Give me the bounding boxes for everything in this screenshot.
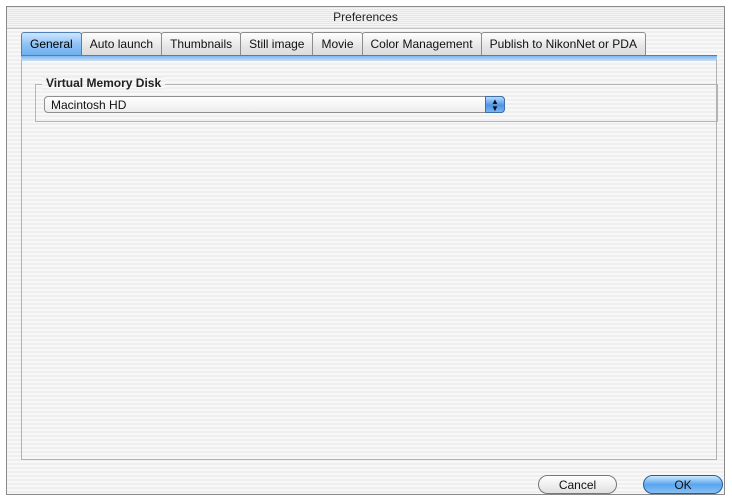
ok-button[interactable]: OK <box>643 475 723 494</box>
cancel-button[interactable]: Cancel <box>538 475 617 494</box>
window-title: Preferences <box>7 7 724 29</box>
up-down-arrows-icon[interactable]: ▲ ▼ <box>485 96 505 113</box>
tab-color-management[interactable]: Color Management <box>361 32 482 55</box>
tab-still-image[interactable]: Still image <box>240 32 314 55</box>
group-label: Virtual Memory Disk <box>42 76 166 90</box>
tab-movie[interactable]: Movie <box>312 32 363 55</box>
tab-publish-nikonnet-pda[interactable]: Publish to NikonNet or PDA <box>480 32 646 55</box>
preferences-window: Preferences General Auto launch Thumbnai… <box>6 6 725 495</box>
tab-auto-launch[interactable]: Auto launch <box>80 32 163 55</box>
virtual-memory-disk-popup[interactable]: Macintosh HD ▲ ▼ <box>44 96 505 113</box>
popup-value: Macintosh HD <box>51 98 127 112</box>
virtual-memory-disk-group: Virtual Memory Disk Macintosh HD ▲ ▼ <box>35 76 718 122</box>
tab-thumbnails[interactable]: Thumbnails <box>161 32 242 55</box>
tab-bar: General Auto launch Thumbnails Still ima… <box>21 32 646 55</box>
general-tab-pane: Virtual Memory Disk Macintosh HD ▲ ▼ <box>21 60 718 460</box>
tab-general[interactable]: General <box>21 32 82 55</box>
